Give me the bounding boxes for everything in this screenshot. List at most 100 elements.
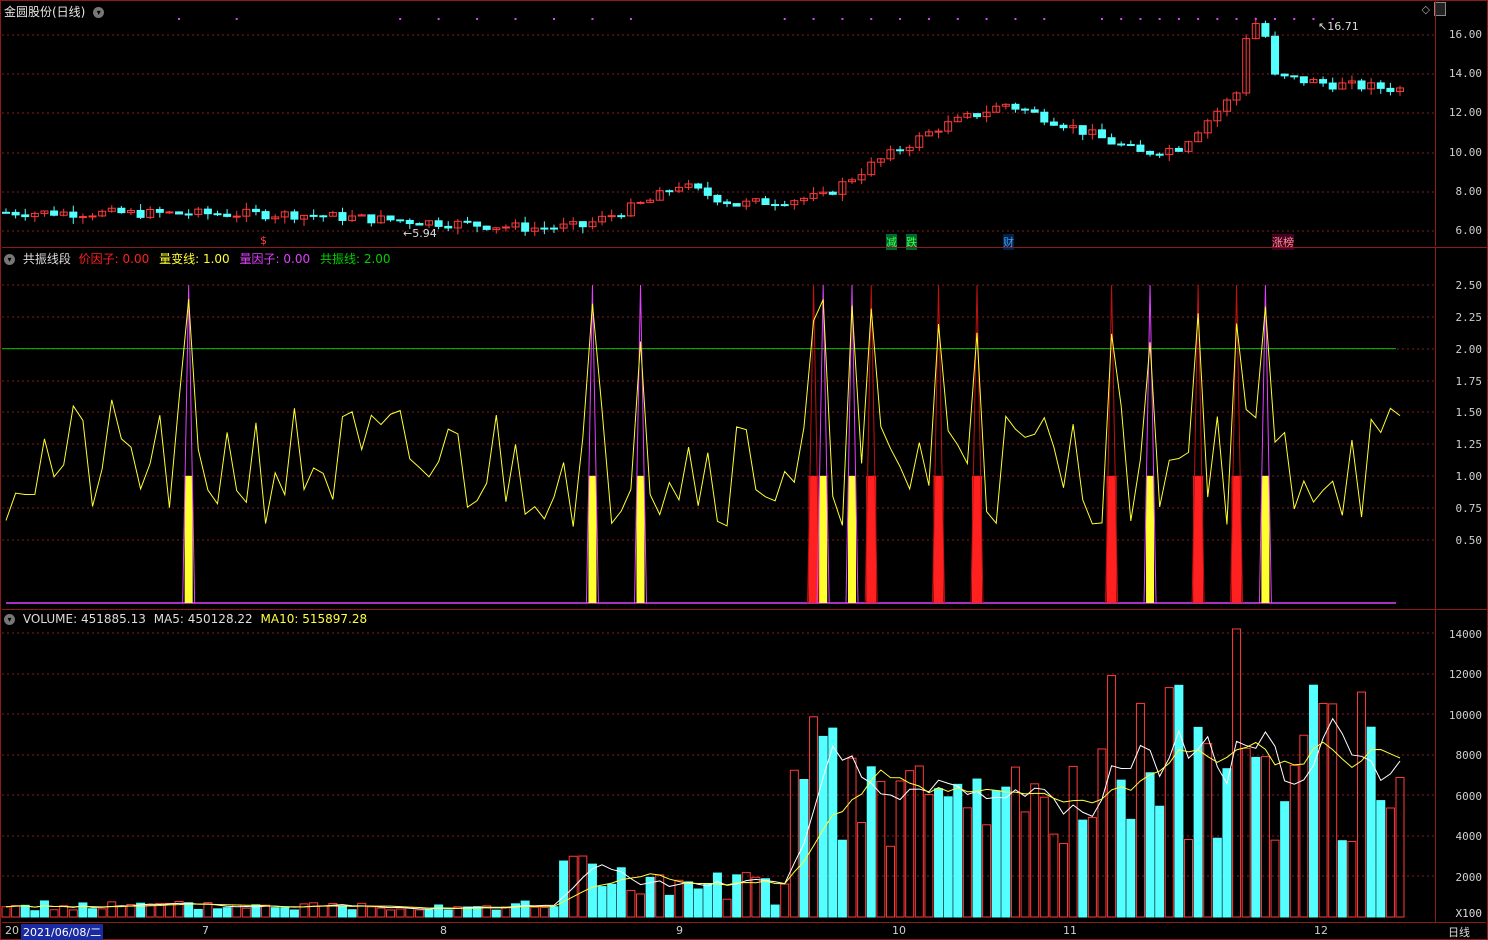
volume-bar xyxy=(289,909,299,918)
month-tick: 7 xyxy=(202,924,209,937)
volume-bar xyxy=(1395,777,1405,918)
volume-bar xyxy=(885,845,895,918)
volume-bar xyxy=(962,807,972,918)
volume-bar xyxy=(1357,691,1367,918)
volume-bar xyxy=(664,894,674,918)
volume-bar xyxy=(587,863,597,918)
volume-bar xyxy=(1232,628,1242,918)
volume-bar xyxy=(222,907,232,918)
volume-bar xyxy=(693,888,703,918)
volume-bar xyxy=(434,904,444,918)
ma5-line xyxy=(5,717,1401,910)
volume-bar xyxy=(847,757,857,918)
volume-bar xyxy=(1289,764,1299,918)
volume-bar xyxy=(501,906,511,918)
period-label[interactable]: 日线 xyxy=(1448,924,1470,940)
indicator-tick: 2.25 xyxy=(1455,311,1483,324)
price-axis: 16.00 14.00 12.00 10.00 8.00 6.00 xyxy=(1435,0,1488,246)
volume-chart[interactable] xyxy=(0,0,1436,940)
volume-bar xyxy=(1203,743,1213,918)
volume-bar xyxy=(68,909,78,918)
volume-bar xyxy=(857,822,867,918)
volume-bar xyxy=(318,905,328,918)
volume-bar xyxy=(1020,811,1030,918)
volume-bar xyxy=(116,905,126,918)
volume-bar xyxy=(1097,748,1107,918)
volume-bar xyxy=(1145,772,1155,918)
volume-bar xyxy=(261,904,271,918)
volume-bar xyxy=(674,879,684,918)
volume-bar xyxy=(1164,687,1174,918)
volume-bar xyxy=(895,780,905,918)
volume-bar xyxy=(924,794,934,918)
price-tick: 16.00 xyxy=(1448,28,1482,41)
volume-bar xyxy=(549,906,559,918)
price-tick: 10.00 xyxy=(1448,146,1482,159)
volume-bar xyxy=(943,796,953,918)
volume-bar xyxy=(241,907,251,918)
volume-bar xyxy=(626,889,636,918)
volume-tick: 2000 xyxy=(1455,871,1483,884)
month-tick: 12 xyxy=(1314,924,1328,937)
volume-bar xyxy=(732,874,742,918)
indicator-tick: 1.25 xyxy=(1455,438,1483,451)
volume-bar xyxy=(866,766,876,918)
volume-bar xyxy=(712,872,722,918)
volume-tick: 6000 xyxy=(1455,790,1483,803)
volume-tick: 14000 xyxy=(1448,628,1482,641)
volume-bar xyxy=(837,839,847,918)
volume-bar xyxy=(1318,702,1328,918)
volume-bar xyxy=(59,905,69,918)
volume-bar xyxy=(559,860,569,918)
volume-tick: 4000 xyxy=(1455,830,1483,843)
volume-bar xyxy=(722,898,732,918)
volume-bar xyxy=(1,906,11,918)
volume-axis: 14000 12000 10000 8000 6000 4000 2000 X1… xyxy=(1435,609,1488,923)
volume-bar xyxy=(30,910,40,918)
volume-bar xyxy=(1030,783,1040,918)
volume-bar xyxy=(1260,756,1270,918)
month-tick: 8 xyxy=(440,924,447,937)
volume-bar xyxy=(578,855,588,918)
volume-bar xyxy=(1376,800,1386,918)
volume-bar xyxy=(1183,839,1193,918)
volume-bar xyxy=(1001,786,1011,918)
volume-bar xyxy=(299,903,309,918)
volume-bar xyxy=(530,906,540,918)
volume-bar xyxy=(972,778,982,918)
volume-bar xyxy=(607,883,617,918)
volume-bar xyxy=(193,908,203,918)
year-prefix: 20 xyxy=(5,924,19,937)
volume-bar xyxy=(789,769,799,918)
volume-bar xyxy=(39,900,49,918)
volume-bar xyxy=(1212,837,1222,918)
volume-bar xyxy=(491,909,501,918)
volume-bar xyxy=(386,909,396,918)
volume-bar xyxy=(20,904,30,918)
volume-bar xyxy=(520,900,530,918)
volume-bar xyxy=(1270,839,1280,918)
volume-bar xyxy=(1068,765,1078,918)
volume-bar xyxy=(1193,726,1203,918)
volume-bar xyxy=(213,908,223,918)
volume-bar xyxy=(1280,801,1290,918)
volume-bar xyxy=(1107,675,1117,918)
volume-bar xyxy=(741,872,751,918)
volume-tick: 8000 xyxy=(1455,749,1483,762)
volume-bar xyxy=(309,902,319,918)
volume-bar xyxy=(1174,684,1184,918)
volume-bar xyxy=(376,907,386,918)
volume-bar xyxy=(1347,840,1357,918)
volume-bar xyxy=(934,788,944,918)
volume-bar xyxy=(270,907,280,918)
volume-bar xyxy=(703,882,713,918)
volume-bar xyxy=(511,903,521,918)
volume-bar xyxy=(780,883,790,918)
indicator-tick: 1.75 xyxy=(1455,375,1483,388)
volume-bar xyxy=(1251,756,1261,918)
indicator-tick: 0.50 xyxy=(1455,534,1483,547)
volume-bar xyxy=(88,908,98,918)
volume-bar xyxy=(809,716,819,918)
volume-unit: X100 xyxy=(1455,907,1483,920)
volume-bar xyxy=(1116,779,1126,918)
